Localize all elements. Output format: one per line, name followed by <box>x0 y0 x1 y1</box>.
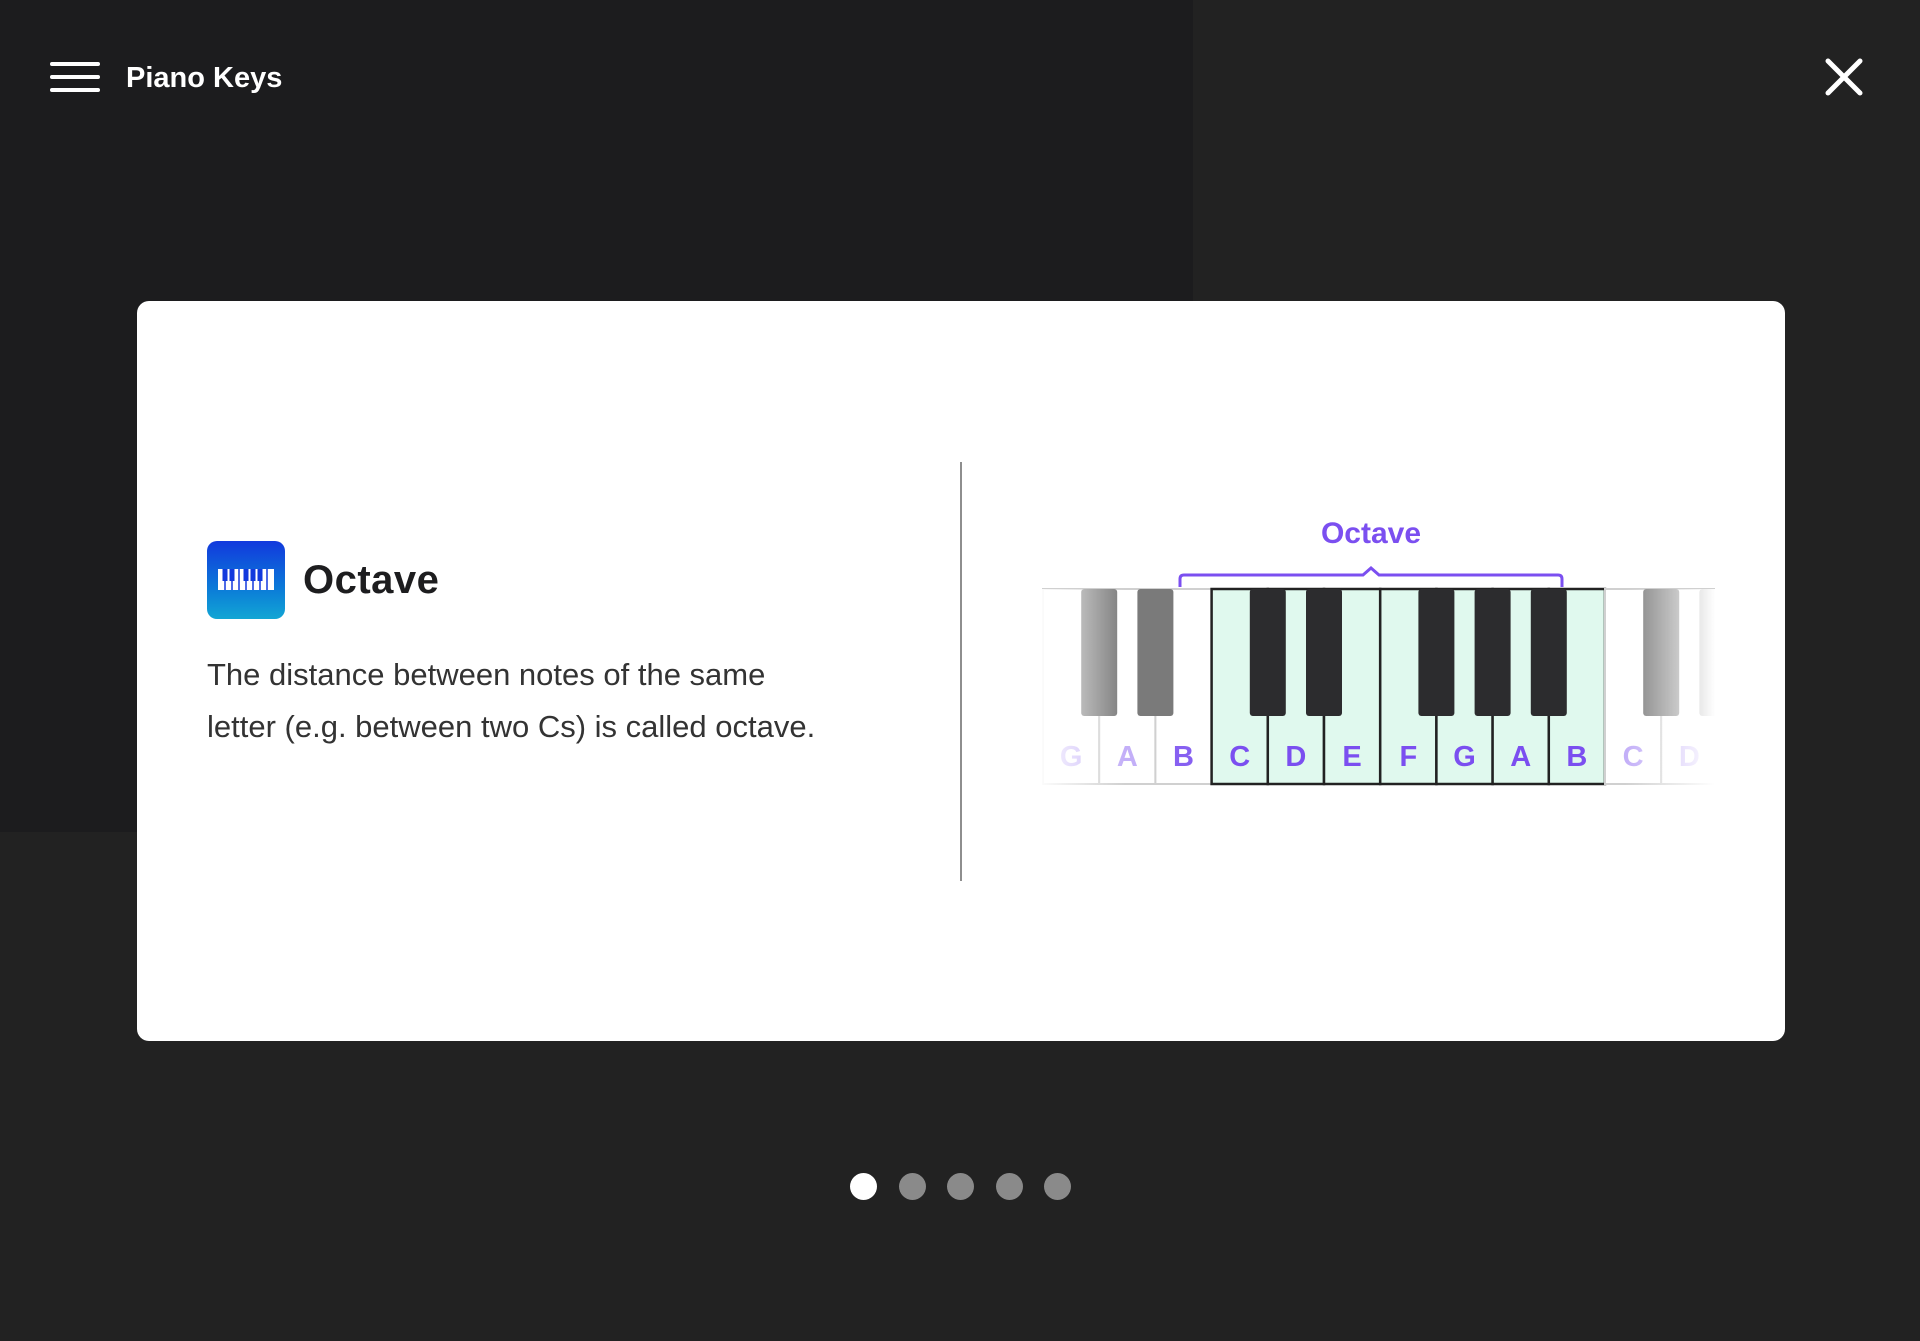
fade-right <box>1625 589 1715 809</box>
top-bar: Piano Keys <box>0 0 1920 160</box>
key-label: F <box>1399 741 1417 773</box>
black-key <box>1530 589 1567 716</box>
piano-keyboard-illustration: Octave GABCDEFGABCDE <box>1035 509 1775 809</box>
key-label: A <box>1510 741 1531 773</box>
black-key <box>1474 589 1511 716</box>
lesson-info: Octave The distance between notes of the… <box>207 541 847 753</box>
key-label: G <box>1453 741 1476 773</box>
black-key <box>1137 589 1174 716</box>
pagination-dot[interactable] <box>898 1173 926 1200</box>
divider <box>960 462 962 881</box>
pagination-dot[interactable] <box>995 1173 1023 1200</box>
fade-left <box>1035 589 1125 809</box>
key-label: C <box>1229 741 1250 773</box>
hamburger-menu-icon[interactable] <box>50 58 100 96</box>
key-label: B <box>1173 741 1194 773</box>
black-key <box>1418 589 1455 716</box>
key-label: D <box>1285 741 1306 773</box>
black-key <box>1306 589 1342 716</box>
lesson-description: The distance between notes of the same l… <box>207 657 816 744</box>
lesson-card: Octave The distance between notes of the… <box>137 301 1785 1041</box>
pagination-dot[interactable] <box>1044 1173 1071 1200</box>
close-icon[interactable] <box>1822 55 1866 99</box>
app-title: Piano Keys <box>126 62 283 94</box>
pagination-dots <box>850 1173 1071 1201</box>
key-label: B <box>1566 741 1587 773</box>
piano-app-icon <box>207 541 285 619</box>
pagination-dot[interactable] <box>850 1173 877 1200</box>
lesson-title: Octave <box>303 557 440 602</box>
lesson-screen: Piano Keys Octave The distance between n… <box>0 0 1920 1341</box>
octave-bracket <box>1178 566 1564 587</box>
pagination-dot[interactable] <box>947 1173 974 1200</box>
key-label: E <box>1342 741 1361 773</box>
octave-bracket-label: Octave <box>1321 517 1421 550</box>
lesson-header: Octave <box>207 541 847 619</box>
black-key <box>1249 589 1286 716</box>
